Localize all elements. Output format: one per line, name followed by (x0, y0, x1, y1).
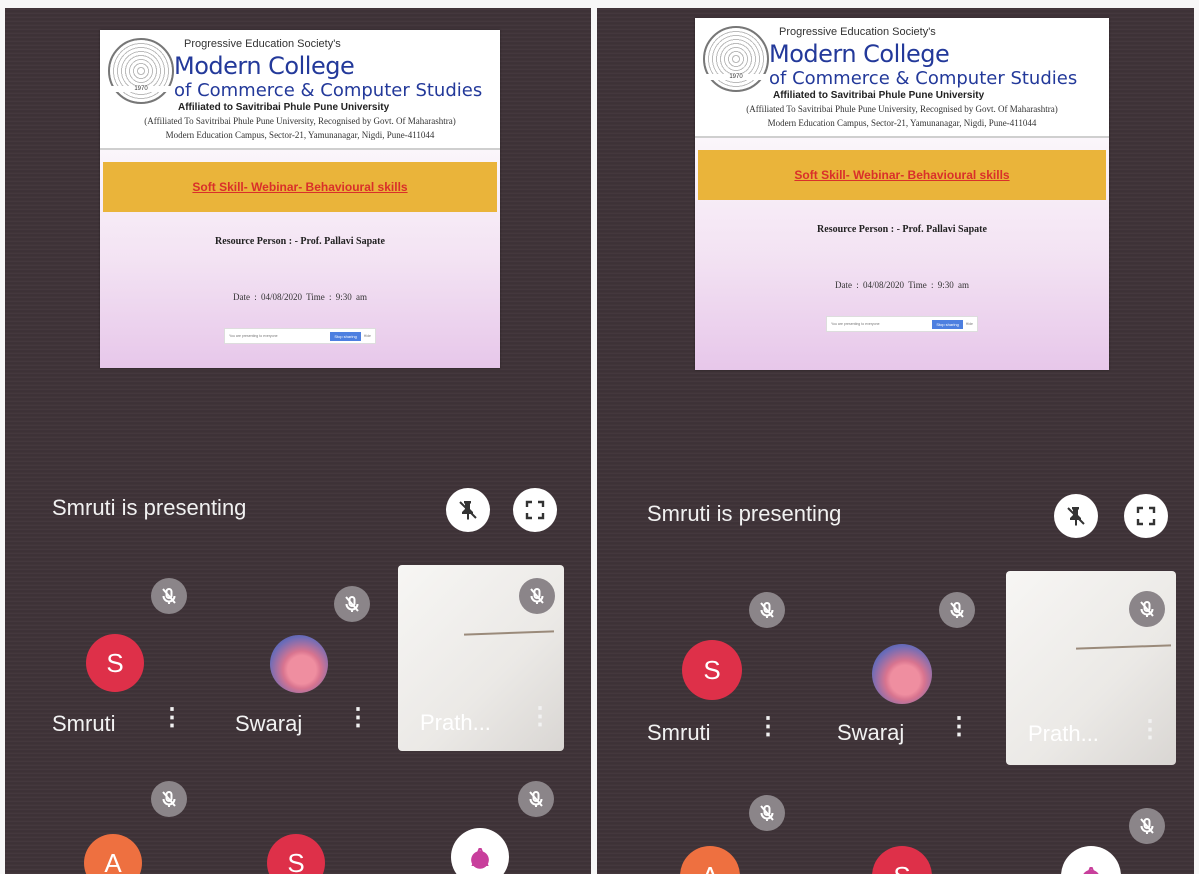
college-address: Modern Education Campus, Sector-21, Yamu… (767, 118, 1037, 128)
screenshot-right: 1970 Progressive Education Society's Mod… (597, 8, 1194, 874)
mic-off-icon (519, 578, 555, 614)
webinar-title: Soft Skill- Webinar- Behavioural skills (794, 168, 1010, 182)
screenshot-left: 1970 Progressive Education Society's Mod… (5, 8, 591, 874)
mic-off-icon (151, 781, 187, 817)
avatar: A (451, 828, 509, 874)
hide-button[interactable]: Hide (364, 334, 375, 338)
college-header: 1970 Progressive Education Society's Mod… (695, 18, 1109, 138)
affiliation: Affiliated to Savitribai Phule Pune Univ… (178, 102, 390, 113)
webinar-title: Soft Skill- Webinar- Behavioural skills (192, 180, 408, 194)
resource-person: Resource Person : - Prof. Pallavi Sapate (215, 236, 385, 247)
avatar: A (680, 846, 740, 874)
society-name: Progressive Education Society's (184, 38, 341, 50)
participant-tile[interactable]: Swaraj ⋮ (213, 568, 393, 753)
college-subtitle: of Commerce & Computer Studies (174, 80, 483, 101)
more-options-icon[interactable]: ⋮ (947, 715, 971, 739)
college-name: Modern College (769, 40, 950, 68)
unpin-button[interactable] (1054, 494, 1098, 538)
college-subtitle: of Commerce & Computer Studies (769, 68, 1078, 89)
participant-name: Swaraj (837, 720, 905, 745)
more-options-icon[interactable]: ⋮ (346, 706, 370, 730)
date-time: Date : 04/08/2020 Time : 9:30 am (232, 292, 367, 302)
slide-body: Soft Skill- Webinar- Behavioural skills … (100, 150, 500, 368)
video-content (1075, 644, 1172, 650)
participant-tile[interactable]: S Smruti ⋮ (619, 580, 799, 765)
fullscreen-button[interactable] (513, 488, 557, 532)
mic-off-icon (1129, 808, 1165, 844)
college-name: Modern College (174, 52, 355, 80)
shared-slide: 1970 Progressive Education Society's Mod… (100, 30, 500, 368)
college-header: 1970 Progressive Education Society's Mod… (100, 30, 500, 150)
mic-off-icon (749, 592, 785, 628)
participant-name: Swaraj (235, 711, 303, 736)
participant-name: Smruti (52, 711, 116, 736)
more-options-icon[interactable]: ⋮ (528, 705, 552, 729)
affiliation-detail: (Affiliated To Savitribai Phule Pune Uni… (144, 116, 456, 126)
webinar-title-band: Soft Skill- Webinar- Behavioural skills (103, 162, 497, 212)
share-message: You are presenting to everyone (831, 322, 880, 326)
avatar: A (1061, 846, 1121, 874)
fullscreen-icon (525, 500, 545, 520)
avatar (872, 644, 932, 704)
unpin-icon (459, 501, 477, 520)
date-time: Date : 04/08/2020 Time : 9:30 am (834, 280, 969, 290)
affiliation-detail: (Affiliated To Savitribai Phule Pune Uni… (746, 104, 1058, 114)
presenting-label: Smruti is presenting (647, 501, 842, 526)
avatar: S (872, 846, 932, 874)
participant-tile[interactable]: S Smruti ⋮ (20, 568, 200, 753)
share-message: You are presenting to everyone (229, 334, 278, 338)
participant-name: Prath... (420, 710, 491, 735)
hide-button[interactable]: Hide (966, 322, 977, 326)
resource-person: Resource Person : - Prof. Pallavi Sapate (817, 224, 987, 235)
avatar: A (84, 834, 142, 874)
fullscreen-button[interactable] (1124, 494, 1168, 538)
more-options-icon[interactable]: ⋮ (1138, 718, 1162, 742)
more-options-icon[interactable]: ⋮ (756, 715, 780, 739)
participant-video-tile[interactable]: Prath... ⋮ (398, 565, 564, 751)
presenting-label: Smruti is presenting (52, 495, 247, 520)
mic-off-icon (518, 781, 554, 817)
more-options-icon[interactable]: ⋮ (160, 706, 184, 730)
affiliation: Affiliated to Savitribai Phule Pune Univ… (773, 90, 985, 101)
participant-name: Smruti (647, 720, 711, 745)
shared-slide: 1970 Progressive Education Society's Mod… (695, 18, 1109, 370)
webinar-title-band: Soft Skill- Webinar- Behavioural skills (698, 150, 1106, 200)
presenting-share-bar: You are presenting to everyone Stop shar… (826, 316, 978, 332)
slide-body: Soft Skill- Webinar- Behavioural skills … (695, 138, 1109, 370)
participant-tile[interactable]: Swaraj ⋮ (819, 580, 999, 765)
mic-off-icon (939, 592, 975, 628)
unpin-button[interactable] (446, 488, 490, 532)
participant-video-tile[interactable]: Prath... ⋮ (1006, 571, 1176, 765)
participant-name: Prath... (1028, 721, 1099, 746)
fullscreen-icon (1136, 506, 1156, 526)
society-name: Progressive Education Society's (779, 26, 936, 38)
stop-sharing-button[interactable]: Stop sharing (932, 319, 963, 329)
presenting-share-bar: You are presenting to everyone Stop shar… (224, 328, 376, 344)
college-seal-icon: 1970 (108, 38, 174, 104)
college-seal-icon: 1970 (703, 26, 769, 92)
video-content (463, 630, 555, 636)
mic-off-icon (749, 795, 785, 831)
avatar: S (682, 640, 742, 700)
unpin-icon (1067, 507, 1085, 526)
avatar: S (86, 634, 144, 692)
stop-sharing-button[interactable]: Stop sharing (330, 331, 361, 341)
mic-off-icon (334, 586, 370, 622)
avatar (270, 635, 328, 693)
avatar: S (267, 834, 325, 874)
mic-off-icon (151, 578, 187, 614)
college-address: Modern Education Campus, Sector-21, Yamu… (165, 130, 435, 140)
mic-off-icon (1129, 591, 1165, 627)
